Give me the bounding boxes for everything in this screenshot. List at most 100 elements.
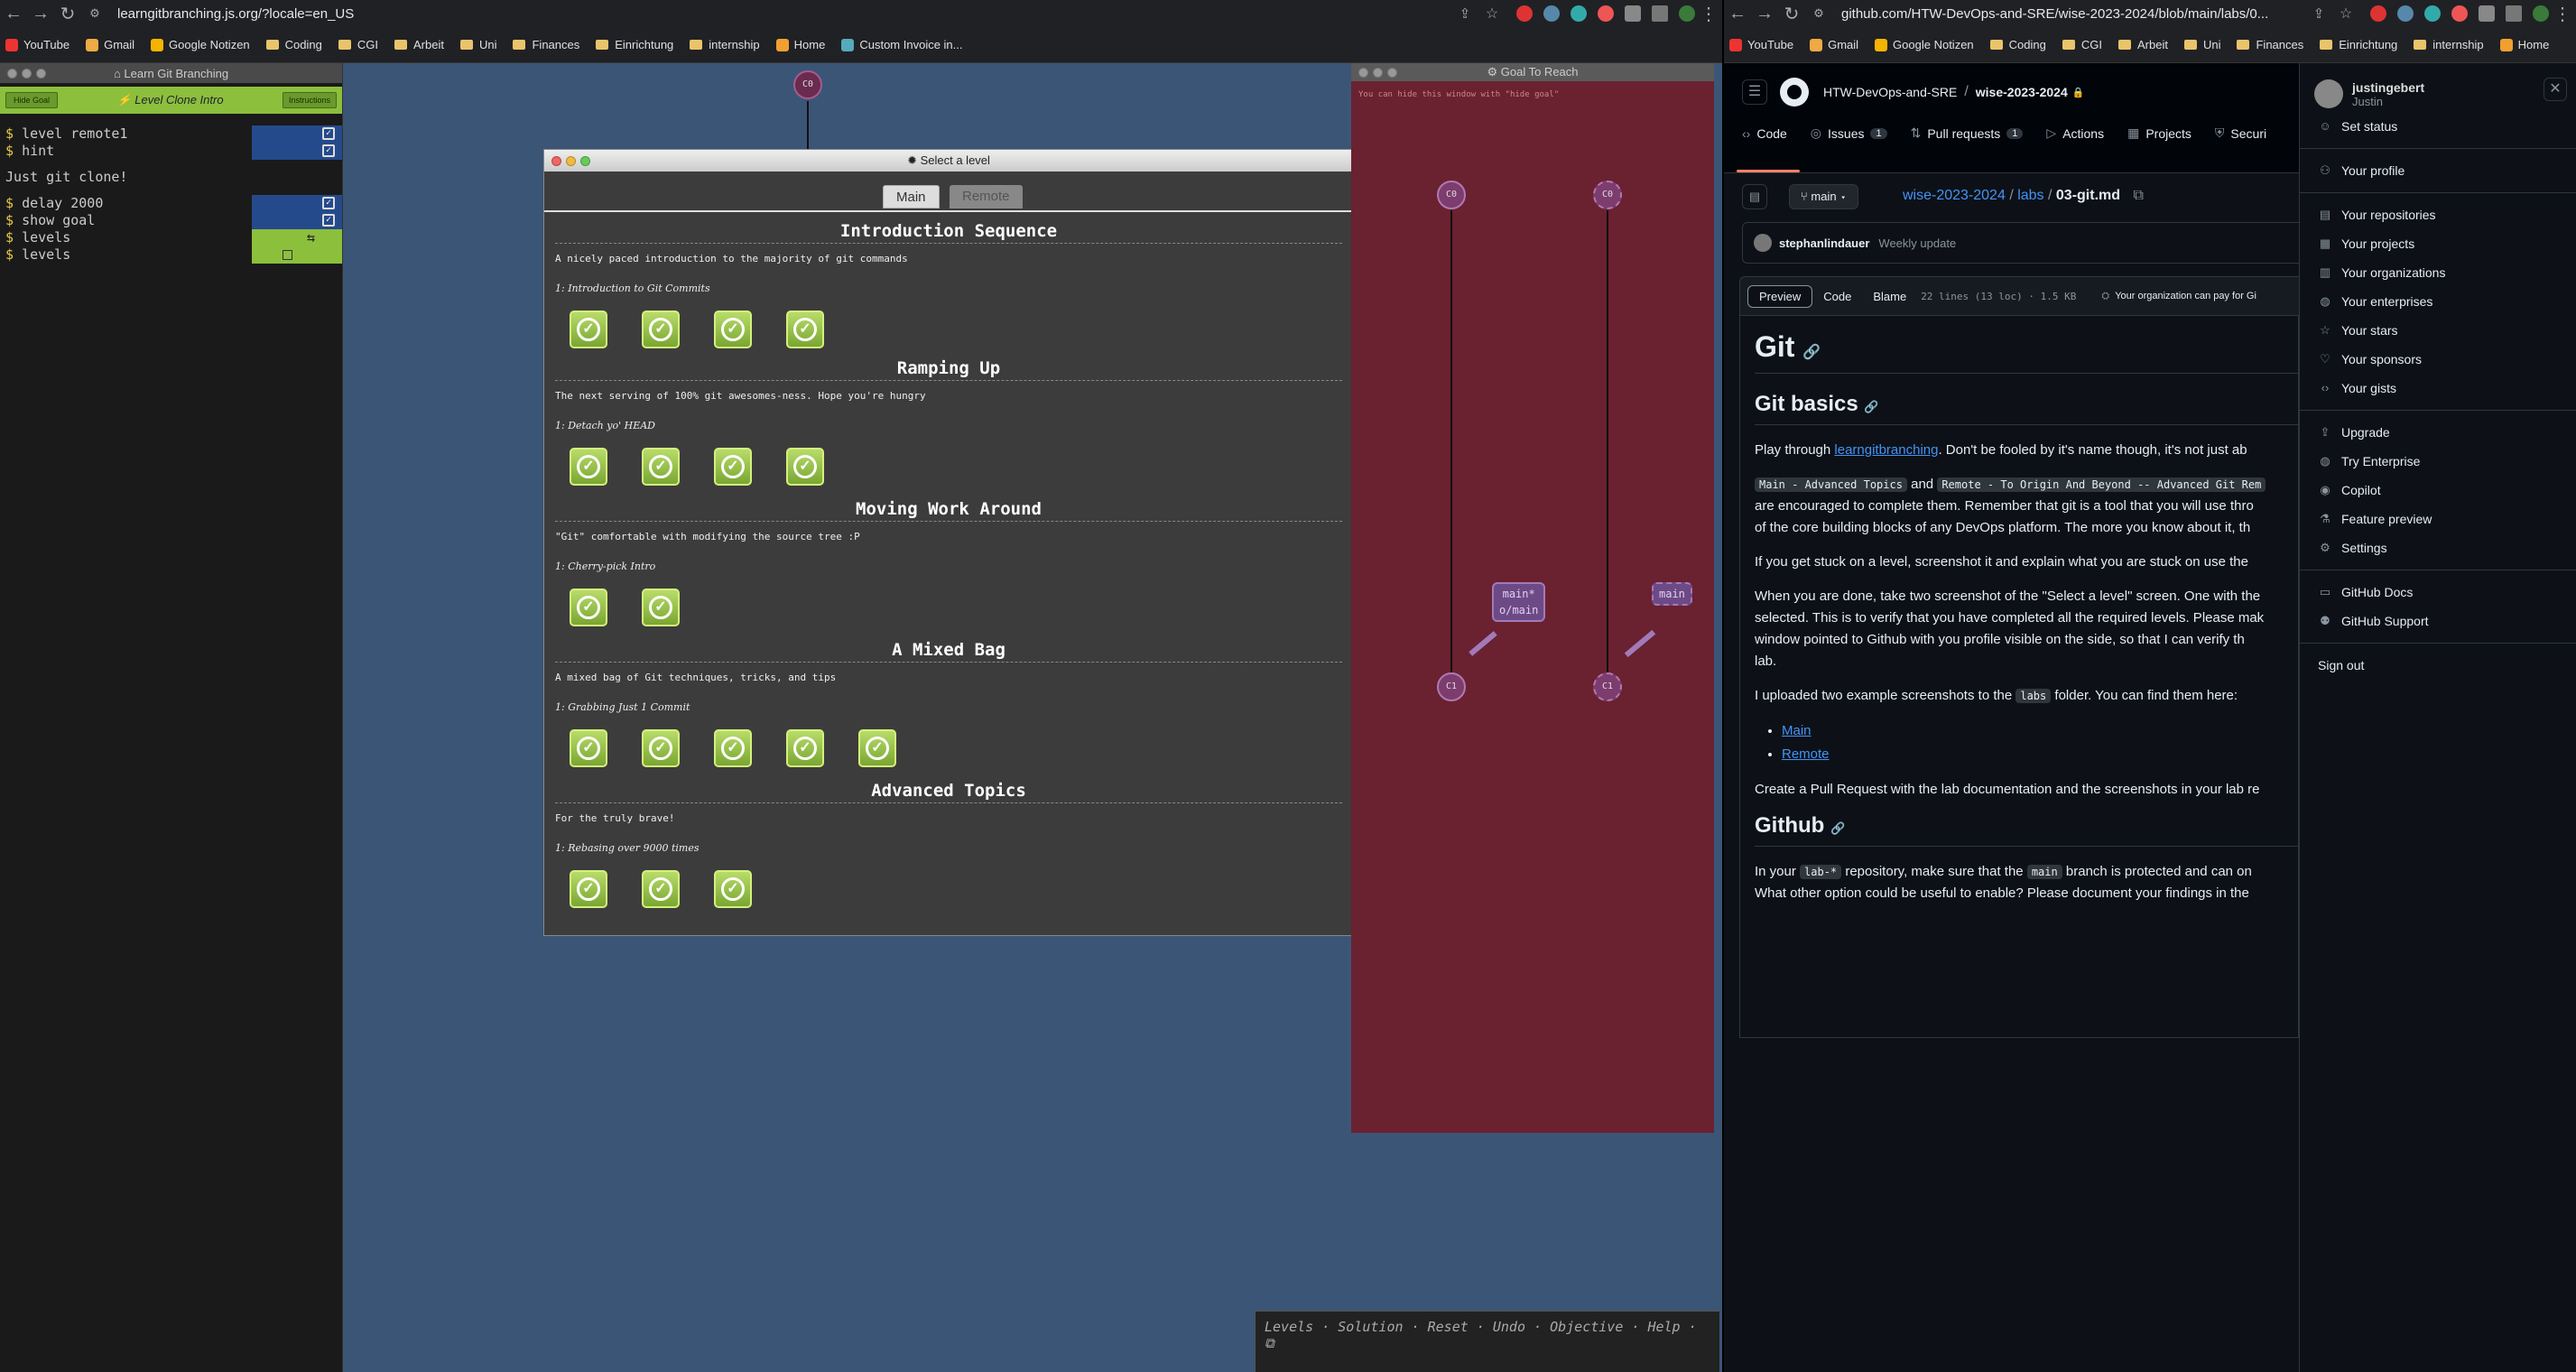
github-logo-icon[interactable]	[1780, 78, 1809, 107]
sidepanel-icon[interactable]	[1652, 5, 1668, 22]
bookmark-item[interactable]: internship	[690, 38, 760, 51]
tab-securi[interactable]: ⛨ Securi	[2215, 125, 2266, 141]
bookmark-item[interactable]: Custom Invoice in...	[841, 38, 963, 51]
bookmark-item[interactable]: Uni	[459, 38, 496, 51]
menu-item-your-stars[interactable]: ☆ Your stars	[2300, 316, 2576, 345]
anchor-link-icon[interactable]: 🔗	[1830, 821, 1845, 835]
menu-item-try-enterprise[interactable]: ◍ Try Enterprise	[2300, 447, 2576, 476]
forward-icon[interactable]: →	[1751, 4, 1778, 24]
bookmark-item[interactable]: YouTube	[5, 38, 69, 51]
level-button[interactable]: ✓	[858, 729, 896, 767]
level-button[interactable]: ✓	[714, 729, 752, 767]
level-button[interactable]: ✓	[570, 870, 607, 908]
level-button[interactable]: ✓	[642, 448, 680, 486]
menu-item-your-repositories[interactable]: ▤ Your repositories	[2300, 200, 2576, 229]
menu-icon[interactable]: ⋮	[1695, 3, 1722, 25]
bookmark-item[interactable]: Coding	[1989, 38, 2046, 51]
bookmark-item[interactable]: Einrichtung	[2320, 38, 2397, 51]
menu-item-your-enterprises[interactable]: ◍ Your enterprises	[2300, 287, 2576, 316]
sidepanel-icon[interactable]	[2506, 5, 2522, 22]
bookmark-item[interactable]: Gmail	[1810, 38, 1858, 51]
share-icon[interactable]: ⇪	[2305, 5, 2332, 22]
url-field[interactable]: github.com/HTW-DevOps-and-SRE/wise-2023-…	[1841, 6, 2268, 22]
menu-item-set-status[interactable]: ☺ Set status	[2300, 112, 2576, 141]
extension-icon[interactable]	[2370, 5, 2386, 22]
menu-item-upgrade[interactable]: ⇪ Upgrade	[2300, 418, 2576, 447]
view-tab-code[interactable]: Code	[1812, 286, 1862, 307]
puzzle-icon[interactable]	[2479, 5, 2495, 22]
tab-issues[interactable]: ◎ Issues 1	[1811, 125, 1887, 141]
view-tab-preview[interactable]: Preview	[1747, 284, 1813, 308]
repo-link[interactable]: wise-2023-2024	[1976, 85, 2068, 99]
extension-icon[interactable]	[2397, 5, 2414, 22]
menu-item-github-support[interactable]: ⚉ GitHub Support	[2300, 607, 2576, 635]
main-screenshot-link[interactable]: Main	[1782, 723, 1812, 738]
breadcrumb-repo[interactable]: wise-2023-2024	[1903, 188, 2006, 203]
menu-item-your-projects[interactable]: ▦ Your projects	[2300, 229, 2576, 258]
back-icon[interactable]: ←	[0, 4, 27, 24]
level-button[interactable]: ✓	[570, 729, 607, 767]
tab-pull-requests[interactable]: ⇅ Pull requests 1	[1911, 125, 2024, 141]
org-pay-note[interactable]: Your organization can pay for Gi	[2115, 291, 2256, 301]
level-button[interactable]: ✓	[570, 448, 607, 486]
extension-icon[interactable]	[1543, 5, 1560, 22]
bookmark-item[interactable]: Google Notizen	[1875, 38, 1974, 51]
share-icon[interactable]: ⇪	[1451, 5, 1478, 22]
bookmark-item[interactable]: CGI	[2062, 38, 2102, 51]
reload-icon[interactable]: ↻	[1778, 3, 1805, 25]
tab-actions[interactable]: ▷ Actions	[2046, 125, 2104, 141]
menu-item-sign-out[interactable]: Sign out	[2300, 651, 2576, 680]
bookmark-item[interactable]: Finances	[2237, 38, 2303, 51]
extension-icon[interactable]	[1598, 5, 1614, 22]
commit-message[interactable]: Weekly update	[1878, 236, 1956, 250]
react-devtools-icon[interactable]	[2424, 5, 2441, 22]
menu-item-your-gists[interactable]: ‹› Your gists	[2300, 374, 2576, 403]
forward-icon[interactable]: →	[27, 4, 54, 24]
bookmark-item[interactable]: internship	[2414, 38, 2484, 51]
org-link[interactable]: HTW-DevOps-and-SRE	[1823, 85, 1957, 99]
tab-remote[interactable]: Remote	[950, 185, 1023, 209]
tab-projects[interactable]: ▦ Projects	[2127, 125, 2191, 141]
anchor-link-icon[interactable]: 🔗	[1864, 400, 1878, 413]
bookmark-item[interactable]: Home	[2499, 38, 2549, 51]
profile-avatar[interactable]	[1679, 5, 1695, 22]
external-link-icon[interactable]: ⧉	[1265, 1335, 1274, 1351]
bookmark-item[interactable]: YouTube	[1729, 38, 1793, 51]
command-bar-links[interactable]: Levels · Solution · Reset · Undo · Objec…	[1265, 1319, 1697, 1335]
level-button[interactable]: ✓	[786, 729, 824, 767]
menu-item-feature-preview[interactable]: ⚗ Feature preview	[2300, 505, 2576, 533]
bookmark-item[interactable]: CGI	[338, 38, 378, 51]
menu-item-your-profile[interactable]: ⚇ Your profile	[2300, 156, 2576, 185]
bookmark-item[interactable]: Uni	[2183, 38, 2220, 51]
sidebar-toggle-icon[interactable]: ▤	[1742, 184, 1767, 209]
close-icon[interactable]: ✕	[2544, 78, 2567, 101]
branch-selector[interactable]: ⑂ main ▾	[1789, 184, 1859, 209]
reload-icon[interactable]: ↻	[54, 3, 81, 25]
react-devtools-icon[interactable]	[1571, 5, 1587, 22]
hamburger-icon[interactable]: ☰	[1742, 79, 1767, 105]
view-tab-blame[interactable]: Blame	[1862, 286, 1917, 307]
menu-icon[interactable]: ⋮	[2549, 3, 2576, 25]
level-button[interactable]: ✓	[714, 448, 752, 486]
level-button[interactable]: ✓	[642, 589, 680, 626]
menu-item-your-sponsors[interactable]: ♡ Your sponsors	[2300, 345, 2576, 374]
menu-item-settings[interactable]: ⚙ Settings	[2300, 533, 2576, 562]
hide-goal-button[interactable]: Hide Goal	[5, 92, 59, 108]
level-button[interactable]: ✓	[570, 589, 607, 626]
extension-icon[interactable]	[2451, 5, 2468, 22]
site-info-icon[interactable]: ⚙	[81, 6, 108, 21]
breadcrumb-labs[interactable]: labs	[2017, 188, 2043, 203]
menu-item-copilot[interactable]: ◉ Copilot	[2300, 476, 2576, 505]
site-info-icon[interactable]: ⚙	[1805, 6, 1832, 21]
bookmark-star-icon[interactable]: ☆	[1478, 5, 1506, 23]
bookmark-item[interactable]: Gmail	[86, 38, 134, 51]
bookmark-item[interactable]: Finances	[513, 38, 579, 51]
extension-icon[interactable]	[1516, 5, 1533, 22]
copy-path-icon[interactable]: ⧉	[2133, 188, 2143, 203]
menu-item-your-organizations[interactable]: ▥ Your organizations	[2300, 258, 2576, 287]
bookmark-item[interactable]: Einrichtung	[596, 38, 673, 51]
level-button[interactable]: ✓	[714, 311, 752, 348]
puzzle-icon[interactable]	[1625, 5, 1641, 22]
level-button[interactable]: ✓	[714, 870, 752, 908]
tab-code[interactable]: ‹› Code	[1742, 126, 1787, 141]
